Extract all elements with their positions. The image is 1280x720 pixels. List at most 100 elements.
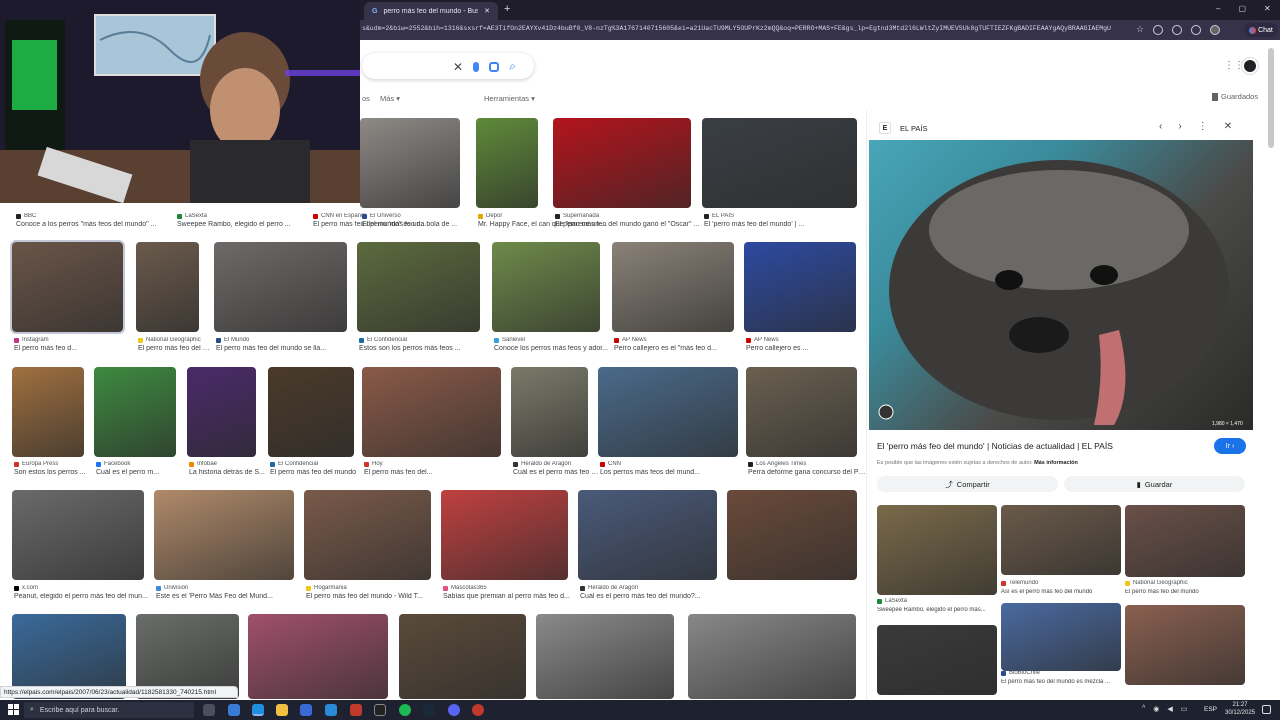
result-source[interactable]: National Geographic bbox=[138, 337, 211, 343]
app-icon-1[interactable] bbox=[228, 704, 240, 716]
result-source[interactable]: BBC bbox=[16, 213, 166, 219]
result-source[interactable]: AP News bbox=[614, 337, 746, 343]
store-icon[interactable] bbox=[300, 704, 312, 716]
result-title[interactable]: Sweepee Rambo, elegido el perro ... bbox=[177, 221, 297, 228]
chat-button[interactable]: Chat bbox=[1244, 23, 1278, 37]
result-thumbnail[interactable] bbox=[744, 242, 856, 332]
maximize-icon[interactable]: ▢ bbox=[1238, 4, 1246, 13]
result-title[interactable]: La historia detrás de S... bbox=[189, 469, 268, 476]
related-source[interactable]: BioBioChile bbox=[1001, 670, 1121, 676]
result-source[interactable]: Los Angeles Times bbox=[748, 461, 869, 467]
result-thumbnail[interactable] bbox=[214, 242, 347, 332]
result-source[interactable]: El Confidencial bbox=[270, 461, 366, 467]
result-thumbnail[interactable] bbox=[399, 614, 526, 699]
result-thumbnail[interactable] bbox=[578, 490, 717, 580]
result-source[interactable]: Infobae bbox=[189, 461, 268, 467]
app-icon-2[interactable] bbox=[350, 704, 362, 716]
result-thumbnail[interactable] bbox=[612, 242, 734, 332]
result-thumbnail[interactable] bbox=[362, 367, 501, 457]
related-thumbnail[interactable] bbox=[1001, 505, 1121, 575]
steam-icon[interactable] bbox=[423, 704, 435, 716]
result-title[interactable]: Los perros más feos del mund... bbox=[600, 469, 750, 476]
result-thumbnail[interactable] bbox=[492, 242, 600, 332]
result-source[interactable]: Sanlevel bbox=[494, 337, 612, 343]
volume-icon[interactable]: ◀ bbox=[1167, 705, 1172, 713]
result-title[interactable]: Perro callejero es el "más feo d... bbox=[614, 345, 746, 352]
result-thumbnail[interactable] bbox=[727, 490, 857, 580]
result-source[interactable]: EL PAÍS bbox=[704, 213, 859, 219]
result-title[interactable]: El perro más feo del... bbox=[364, 469, 513, 476]
extension-icon[interactable] bbox=[1153, 24, 1164, 35]
result-source[interactable]: El Confidencial bbox=[359, 337, 492, 343]
result-title[interactable]: Perro callejero es ... bbox=[746, 345, 868, 352]
profile-icon[interactable] bbox=[1210, 24, 1221, 35]
result-thumbnail[interactable] bbox=[136, 242, 199, 332]
result-thumbnail[interactable] bbox=[746, 367, 857, 457]
taskbar-search[interactable]: ⌕ Escribe aquí para buscar. bbox=[24, 702, 194, 718]
notifications-icon[interactable] bbox=[1262, 705, 1271, 714]
result-title[interactable]: El 'perro más feo del mundo' | ... bbox=[704, 221, 859, 228]
task-view-icon[interactable] bbox=[203, 704, 215, 716]
clock[interactable]: 21:27 30/12/2025 bbox=[1224, 701, 1256, 717]
download-icon[interactable] bbox=[1191, 24, 1202, 35]
result-thumbnail[interactable] bbox=[248, 614, 388, 699]
result-thumbnail[interactable] bbox=[553, 118, 691, 208]
result-title[interactable]: Cuál es el perro m... bbox=[96, 469, 188, 476]
result-title[interactable]: Estos son los perros más feos ... bbox=[359, 345, 492, 352]
keyboard-language[interactable]: ESP bbox=[1204, 706, 1217, 713]
related-source[interactable]: National Geographic bbox=[1125, 580, 1245, 586]
related-title[interactable]: Sweepee Rambo, elegido el perro más... bbox=[877, 607, 997, 613]
puzzle-icon[interactable] bbox=[1172, 24, 1183, 35]
result-thumbnail[interactable] bbox=[688, 614, 856, 699]
result-source[interactable]: LaSexta bbox=[177, 213, 297, 219]
result-source[interactable]: Hogarmania bbox=[306, 585, 443, 591]
result-source[interactable]: x.com bbox=[14, 585, 156, 591]
related-title[interactable]: El perro más feo del mundo es mezcla ... bbox=[1001, 679, 1121, 685]
battery-icon[interactable]: ▭ bbox=[1181, 705, 1188, 713]
result-source[interactable]: AP News bbox=[746, 337, 868, 343]
result-title[interactable]: Este es el 'Perro Más Feo del Mund... bbox=[156, 593, 306, 600]
result-source[interactable]: Heraldo de Aragón bbox=[513, 461, 600, 467]
result-thumbnail[interactable] bbox=[511, 367, 588, 457]
result-thumbnail[interactable] bbox=[304, 490, 431, 580]
account-avatar[interactable] bbox=[1242, 58, 1258, 74]
app-icon-3[interactable] bbox=[472, 704, 484, 716]
related-thumbnail[interactable] bbox=[877, 625, 997, 695]
result-title[interactable]: Cuál es el perro más feo del mundo? | ..… bbox=[513, 469, 600, 476]
network-icon[interactable]: ◉ bbox=[1153, 705, 1159, 713]
result-thumbnail[interactable] bbox=[441, 490, 568, 580]
result-title[interactable]: Conoce a los perros "más feos del mundo"… bbox=[16, 221, 166, 228]
result-thumbnail[interactable] bbox=[476, 118, 538, 208]
spotify-icon[interactable] bbox=[399, 704, 411, 716]
chevron-up-icon[interactable]: ^ bbox=[1142, 705, 1145, 713]
star-bookmark-icon[interactable]: ☆ bbox=[1136, 24, 1144, 35]
result-title[interactable]: El perro más feo del mundo se lla... bbox=[216, 345, 359, 352]
result-title[interactable]: El perro más feo del mundo bbox=[138, 345, 211, 352]
file-explorer-icon[interactable] bbox=[276, 704, 288, 716]
discord-icon[interactable] bbox=[448, 704, 460, 716]
result-source[interactable]: CNN bbox=[600, 461, 750, 467]
obs-icon[interactable] bbox=[374, 704, 386, 716]
windows-start-icon[interactable] bbox=[8, 704, 19, 715]
result-thumbnail[interactable] bbox=[536, 614, 674, 699]
result-title[interactable]: Son estos los perros ... bbox=[14, 469, 96, 476]
minimize-icon[interactable]: – bbox=[1216, 4, 1220, 13]
result-source[interactable]: Europa Press bbox=[14, 461, 96, 467]
apps-grid-icon[interactable]: ⋮⋮ bbox=[1224, 60, 1244, 71]
result-thumbnail[interactable] bbox=[154, 490, 294, 580]
result-source[interactable]: Univision bbox=[156, 585, 306, 591]
result-thumbnail[interactable] bbox=[598, 367, 738, 457]
result-thumbnail[interactable] bbox=[268, 367, 354, 457]
result-source[interactable]: Facebook bbox=[96, 461, 188, 467]
result-thumbnail[interactable] bbox=[702, 118, 857, 208]
result-source[interactable]: Heraldo de Aragón bbox=[580, 585, 729, 591]
related-thumbnail[interactable] bbox=[877, 505, 997, 595]
result-thumbnail[interactable] bbox=[12, 367, 84, 457]
result-source[interactable]: El Mundo bbox=[216, 337, 359, 343]
chrome-taskbar-icon[interactable] bbox=[252, 704, 264, 716]
related-thumbnail[interactable] bbox=[1125, 605, 1245, 685]
result-title[interactable]: Conoce los perros más feos y ador... bbox=[494, 345, 612, 352]
result-title[interactable]: Perra deforme gana concurso del Per... bbox=[748, 469, 869, 476]
related-title[interactable]: Así es el perro más feo del mundo bbox=[1001, 589, 1121, 595]
result-thumbnail[interactable] bbox=[10, 240, 125, 334]
